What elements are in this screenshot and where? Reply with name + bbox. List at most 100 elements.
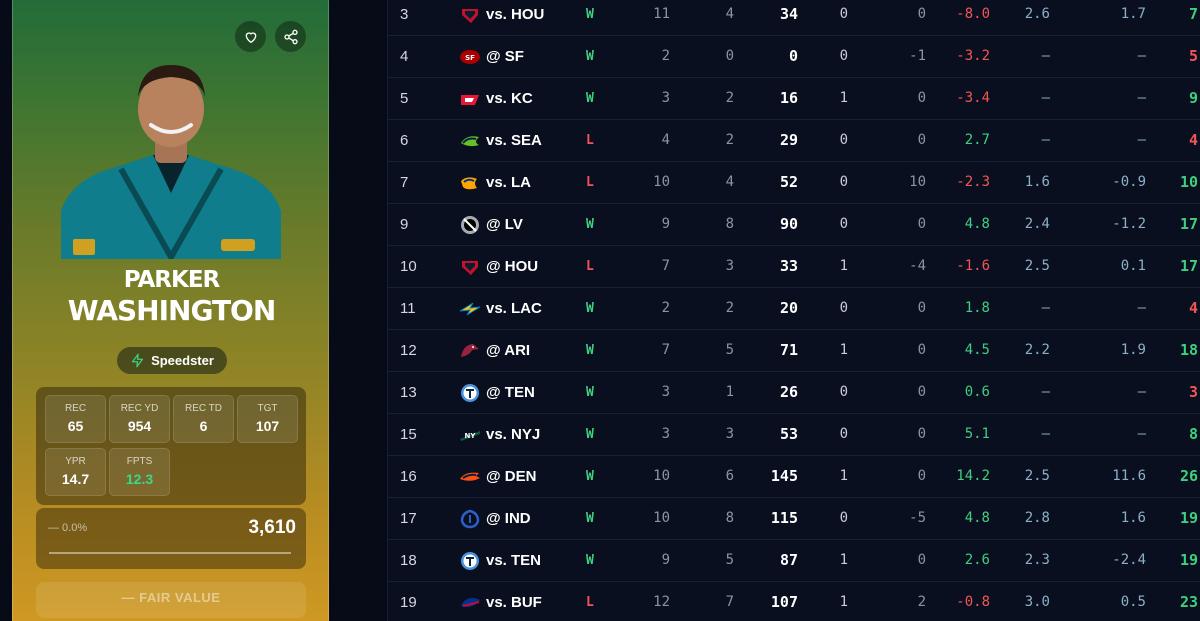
- stat-b-cell: 0.1: [1120, 258, 1146, 274]
- player-last-name: WASHINGTON: [67, 294, 277, 327]
- points-cell: 10: [1179, 173, 1198, 191]
- table-row[interactable]: 17 @ IND W 10 8 115 0 -5 4.8 2.8 1.6 19: [388, 498, 1200, 540]
- yards-cell: 115: [770, 509, 798, 527]
- receptions-cell: 4: [725, 174, 734, 190]
- fair-value-button[interactable]: — FAIR VALUE: [36, 582, 306, 618]
- touchdowns-cell: 1: [839, 552, 848, 568]
- yards-cell: 29: [779, 131, 798, 149]
- table-row[interactable]: 18 vs. TEN W 9 5 87 1 0 2.6 2.3 -2.4 19: [388, 540, 1200, 582]
- result-cell: W: [586, 217, 594, 232]
- team-logo-icon: [459, 215, 481, 235]
- share-icon: [283, 29, 298, 44]
- table-row[interactable]: 9 @ LV W 9 8 90 0 0 4.8 2.4 -1.2 17: [388, 204, 1200, 246]
- stat-b-cell: 11.6: [1112, 468, 1146, 484]
- diff-cell: -3.4: [956, 90, 990, 106]
- result-cell: W: [586, 343, 594, 358]
- share-button[interactable]: [275, 21, 306, 52]
- rush-attempts-cell: 0: [917, 552, 926, 568]
- opponent-cell: vs. LAC: [486, 300, 542, 317]
- stat-tgt: TGT 107: [237, 395, 298, 443]
- player-first-name: PARKER: [123, 267, 221, 293]
- rush-attempts-cell: 0: [917, 90, 926, 106]
- rush-attempts-cell: 0: [917, 216, 926, 232]
- stat-b-cell: —: [1137, 90, 1146, 106]
- diff-cell: 4.8: [964, 510, 990, 526]
- table-row[interactable]: 7 vs. LA L 10 4 52 0 10 -2.3 1.6 -0.9 10: [388, 162, 1200, 204]
- points-cell: 7: [1188, 5, 1198, 23]
- stat-a-cell: —: [1041, 384, 1050, 400]
- result-cell: L: [586, 133, 594, 148]
- stat-value: 954: [127, 418, 152, 434]
- stat-b-cell: 1.9: [1120, 342, 1146, 358]
- diff-cell: -2.3: [956, 174, 990, 190]
- points-cell: 8: [1188, 425, 1198, 443]
- stat-b-cell: -1.2: [1112, 216, 1146, 232]
- result-cell: W: [586, 7, 594, 22]
- rush-attempts-cell: 0: [917, 426, 926, 442]
- stat-a-cell: 2.3: [1024, 552, 1050, 568]
- stat-value: 65: [67, 418, 84, 434]
- stat-b-cell: —: [1137, 132, 1146, 148]
- opponent-cell: @ ARI: [486, 342, 531, 359]
- diff-cell: 4.5: [964, 342, 990, 358]
- rush-attempts-cell: -5: [909, 510, 926, 526]
- stat-a-cell: 1.6: [1024, 174, 1050, 190]
- table-row[interactable]: NY 15 vs. NYJ W 3 3 53 0 0 5.1 — — 8: [388, 414, 1200, 456]
- table-row[interactable]: 11 vs. LAC W 2 2 20 0 0 1.8 — — 4: [388, 288, 1200, 330]
- team-logo-icon: [459, 131, 481, 151]
- team-logo-icon: [459, 551, 481, 571]
- table-row[interactable]: 10 @ HOU L 7 3 33 1 -4 -1.6 2.5 0.1 17: [388, 246, 1200, 288]
- team-logo-icon: [459, 593, 481, 613]
- week-cell: 17: [400, 510, 417, 527]
- favorite-button[interactable]: [235, 21, 266, 52]
- week-cell: 3: [400, 6, 409, 23]
- diff-cell: -8.0: [956, 6, 990, 22]
- table-row[interactable]: 5 vs. KC W 3 2 16 1 0 -3.4 — — 9: [388, 78, 1200, 120]
- diff-cell: -1.6: [956, 258, 990, 274]
- touchdowns-cell: 1: [839, 594, 848, 610]
- opponent-cell: @ LV: [486, 216, 523, 233]
- receptions-cell: 8: [725, 510, 734, 526]
- points-cell: 19: [1179, 509, 1198, 527]
- touchdowns-cell: 0: [839, 426, 848, 442]
- targets-cell: 2: [661, 48, 670, 64]
- points-cell: 3: [1188, 383, 1198, 401]
- stat-label: TGT: [257, 403, 278, 414]
- opponent-cell: vs. LA: [486, 174, 532, 191]
- stat-ypr: YPR 14.7: [45, 448, 106, 496]
- stat-a-cell: —: [1041, 300, 1050, 316]
- rush-attempts-cell: 0: [917, 132, 926, 148]
- svg-text:SF: SF: [465, 54, 475, 62]
- stat-a-cell: 2.4: [1024, 216, 1050, 232]
- yards-cell: 16: [779, 89, 798, 107]
- opponent-cell: vs. BUF: [486, 594, 542, 611]
- table-row[interactable]: 6 vs. SEA L 4 2 29 0 0 2.7 — — 4: [388, 120, 1200, 162]
- price-change: — 0.0%: [48, 522, 88, 534]
- stat-b-cell: —: [1137, 426, 1146, 442]
- touchdowns-cell: 1: [839, 342, 848, 358]
- yards-cell: 90: [779, 215, 798, 233]
- table-row[interactable]: 19 vs. BUF L 12 7 107 1 2 -0.8 3.0 0.5 23: [388, 582, 1200, 621]
- week-cell: 16: [400, 468, 417, 485]
- yards-cell: 71: [779, 341, 798, 359]
- week-cell: 10: [400, 258, 417, 275]
- targets-cell: 7: [661, 342, 670, 358]
- team-logo-icon: [459, 467, 481, 487]
- receptions-cell: 4: [725, 6, 734, 22]
- yards-cell: 107: [770, 593, 798, 611]
- stat-value: 6: [199, 418, 208, 434]
- table-row[interactable]: 12 @ ARI W 7 5 71 1 0 4.5 2.2 1.9 18: [388, 330, 1200, 372]
- opponent-cell: vs. HOU: [486, 6, 545, 23]
- table-row[interactable]: 13 @ TEN W 3 1 26 0 0 0.6 — — 3: [388, 372, 1200, 414]
- receptions-cell: 3: [725, 426, 734, 442]
- stat-label: REC TD: [184, 403, 223, 414]
- points-cell: 26: [1179, 467, 1198, 485]
- targets-cell: 3: [661, 384, 670, 400]
- result-cell: L: [586, 259, 594, 274]
- table-row[interactable]: 16 @ DEN W 10 6 145 1 0 14.2 2.5 11.6 26: [388, 456, 1200, 498]
- week-cell: 15: [400, 426, 417, 443]
- table-row[interactable]: SF 4 @ SF W 2 0 0 0 -1 -3.2 — — 5: [388, 36, 1200, 78]
- table-row[interactable]: 3 vs. HOU W 11 4 34 0 0 -8.0 2.6 1.7 7: [388, 0, 1200, 36]
- opponent-cell: @ IND: [486, 510, 531, 527]
- touchdowns-cell: 0: [839, 6, 848, 22]
